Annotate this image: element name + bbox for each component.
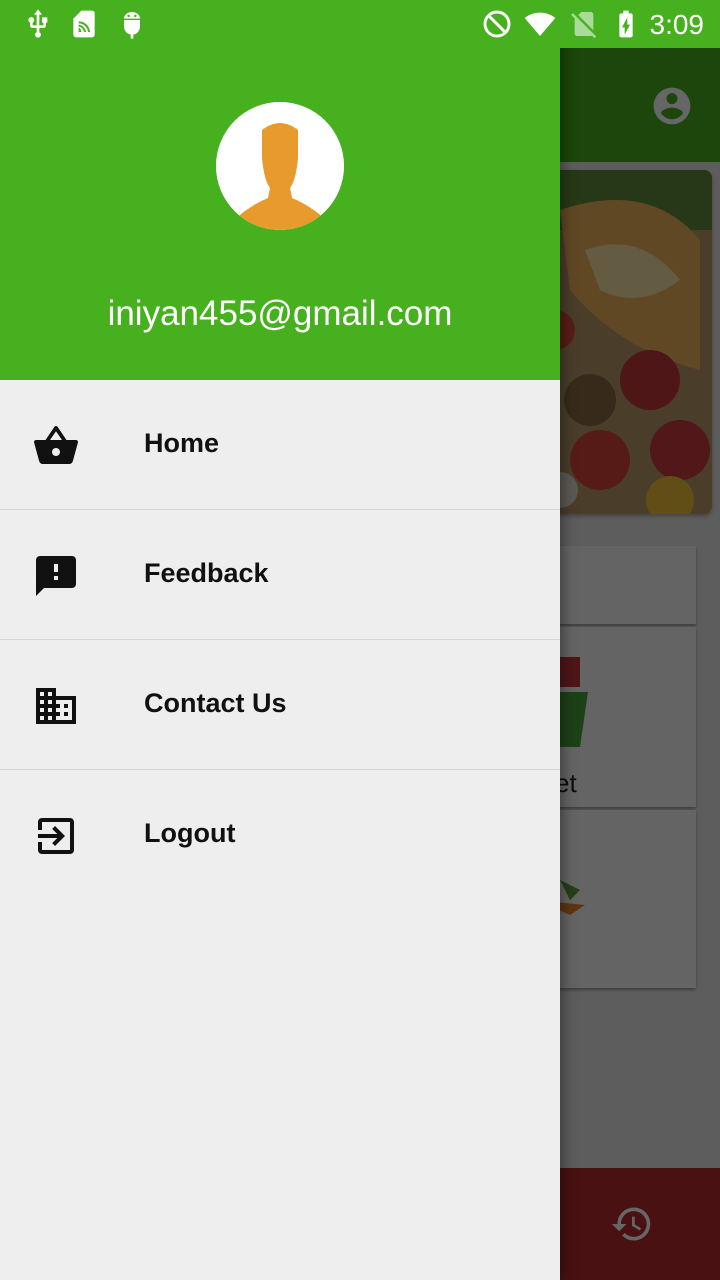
feedback-icon xyxy=(36,556,76,596)
menu-item-logout[interactable]: Logout xyxy=(0,770,560,899)
user-email: iniyan455@gmail.com xyxy=(107,294,453,333)
wifi-icon xyxy=(524,12,556,36)
user-avatar-icon xyxy=(216,102,344,230)
usb-icon xyxy=(28,9,48,38)
menu-item-home[interactable]: Home xyxy=(0,380,560,510)
drawer-header: iniyan455@gmail.com xyxy=(0,48,560,380)
no-sim-icon xyxy=(571,12,597,39)
menu-item-feedback[interactable]: Feedback xyxy=(0,510,560,640)
nfc-tag-icon xyxy=(73,10,95,38)
status-bar: 3:09 xyxy=(0,0,720,48)
battery-charging-icon xyxy=(619,10,633,38)
do-not-disturb-icon xyxy=(483,10,511,38)
building-icon xyxy=(36,688,76,724)
drawer-menu: Home Feedback Contact Us Logout xyxy=(0,380,560,899)
menu-label-home: Home xyxy=(144,428,220,458)
clock: 3:09 xyxy=(649,9,705,40)
logout-icon xyxy=(38,818,74,854)
menu-label-feedback: Feedback xyxy=(144,558,269,588)
menu-item-contact-us[interactable]: Contact Us xyxy=(0,640,560,770)
avatar[interactable] xyxy=(216,102,344,230)
menu-label-logout: Logout xyxy=(144,818,236,848)
menu-label-contact-us: Contact Us xyxy=(144,688,287,718)
navigation-drawer: iniyan455@gmail.com Home Feedback Contac… xyxy=(0,0,560,1280)
basket-icon xyxy=(34,426,78,464)
android-debug-icon xyxy=(124,12,140,39)
